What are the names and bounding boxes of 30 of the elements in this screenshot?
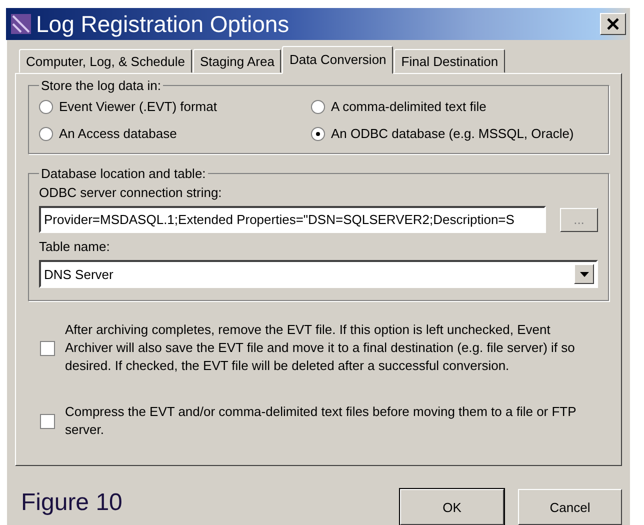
radio-label[interactable]: Event Viewer (.EVT) format (59, 99, 217, 114)
connection-string-field[interactable]: Provider=MSDASQL.1;Extended Properties="DSN=SQLSERVER2;Description=S (39, 206, 546, 233)
checkbox-label[interactable]: Compress the EVT and/or comma-delimited text files before moving them to a file or FTP server. (65, 403, 589, 439)
dialog-button[interactable]: Cancel (518, 489, 622, 525)
radio-label[interactable]: A comma-delimited text file (331, 99, 486, 114)
figure-caption: Figure 10 (20, 489, 122, 518)
radio-label[interactable]: An Access database (59, 126, 177, 141)
field-label: Table name: (39, 239, 111, 254)
tab[interactable]: Computer, Log, & Schedule (19, 49, 192, 73)
checkbox[interactable] (40, 340, 55, 356)
radio-button[interactable] (311, 100, 325, 114)
radio-button[interactable] (311, 126, 325, 140)
radio-label[interactable]: An ODBC database (e.g. MSSQL, Oracle) (331, 126, 574, 141)
dialog-button[interactable]: OK (400, 489, 504, 525)
group-label: Database location and table: (40, 166, 207, 181)
table-name-dropdown[interactable]: DNS Server (39, 260, 598, 288)
tab[interactable]: Data Conversion (282, 46, 394, 74)
close-icon (607, 18, 619, 30)
group-label: Store the log data in: (40, 78, 162, 93)
radio-button[interactable] (39, 126, 53, 140)
checkbox[interactable] (40, 414, 55, 428)
tab[interactable]: Final Destination (394, 49, 506, 73)
radio-button[interactable] (39, 100, 53, 114)
caret-icon (580, 272, 588, 276)
window-title: Log Registration Options (36, 10, 290, 38)
close-button[interactable] (600, 13, 626, 35)
tab[interactable]: Staging Area (193, 49, 282, 73)
checkbox-label[interactable]: After archiving completes, remove the EVT file. If this option is left unchecked, Event Archiver will also save the EVT file and move it to a final destination (e.g. file server) if so desired. If checked, the EVT file will be deleted after a successful conversion. (65, 321, 589, 375)
field-label: ODBC server connection string: (39, 185, 223, 200)
app-icon (10, 12, 32, 36)
